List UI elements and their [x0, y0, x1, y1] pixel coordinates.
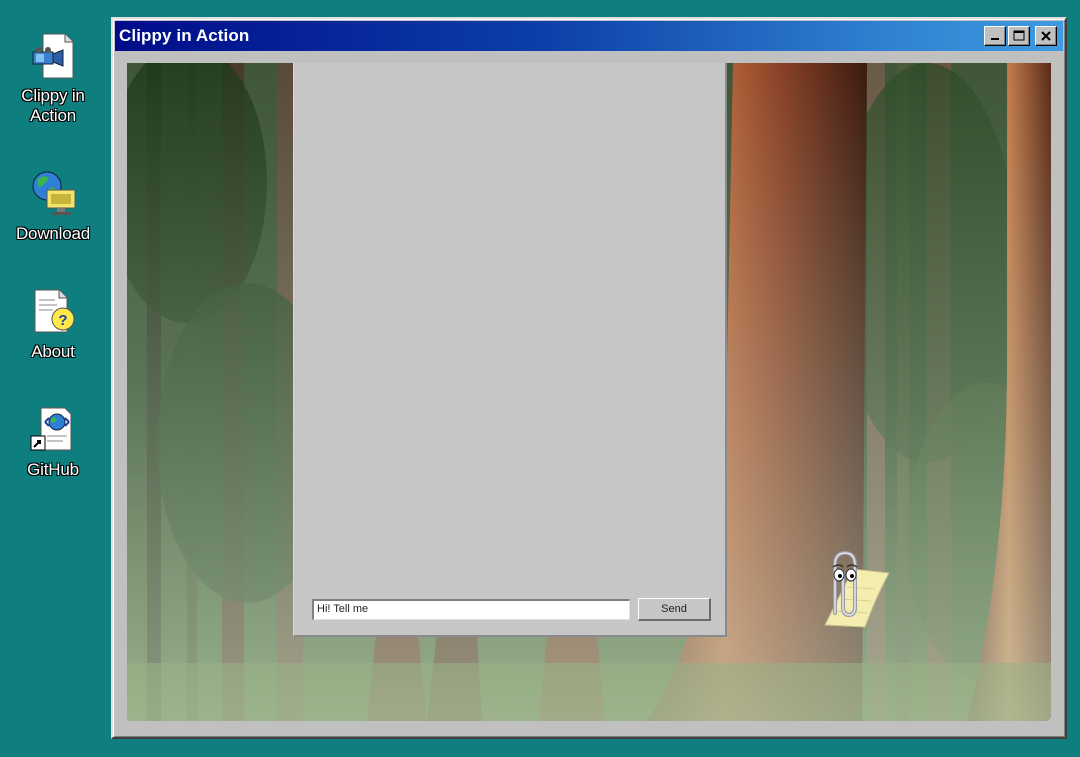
chat-input[interactable]: Hi! Tell me	[312, 599, 630, 620]
minimize-button[interactable]	[984, 26, 1006, 46]
close-button[interactable]	[1035, 26, 1057, 46]
web-shortcut-icon	[27, 404, 79, 456]
minimize-icon	[991, 38, 999, 40]
window-title: Clippy in Action	[119, 26, 250, 45]
window-controls	[984, 26, 1063, 46]
chat-message-area[interactable]	[294, 63, 725, 585]
help-document-icon: ?	[27, 286, 79, 338]
network-globe-icon	[27, 168, 79, 220]
clippy-assistant[interactable]	[795, 549, 891, 629]
maximize-icon	[1013, 30, 1025, 41]
desktop-icon-label: About	[31, 342, 75, 361]
main-window: Clippy in Action Hi! Tell me Send	[111, 17, 1067, 739]
desktop-icon-label: Download	[15, 224, 90, 243]
maximize-button[interactable]	[1008, 26, 1030, 46]
desktop-icon-about[interactable]: ? About	[8, 286, 98, 362]
desktop-icon-label: Clippy in Action	[21, 86, 85, 125]
send-button[interactable]: Send	[638, 598, 711, 621]
clippy-paperclip-icon	[824, 550, 890, 628]
desktop-icon-download[interactable]: Download	[8, 168, 98, 244]
video-file-icon	[27, 30, 79, 82]
desktop-icon-label: GitHub	[27, 460, 79, 479]
desktop-icon-github[interactable]: GitHub	[8, 404, 98, 480]
desktop-icon-clippy-in-action[interactable]: Clippy in Action	[8, 30, 98, 126]
window-titlebar[interactable]: Clippy in Action	[115, 21, 1063, 51]
svg-text:?: ?	[58, 312, 67, 329]
close-icon	[1041, 31, 1051, 41]
forest-background: Hi! Tell me Send	[127, 63, 1051, 721]
chat-panel: Hi! Tell me Send	[293, 63, 727, 637]
